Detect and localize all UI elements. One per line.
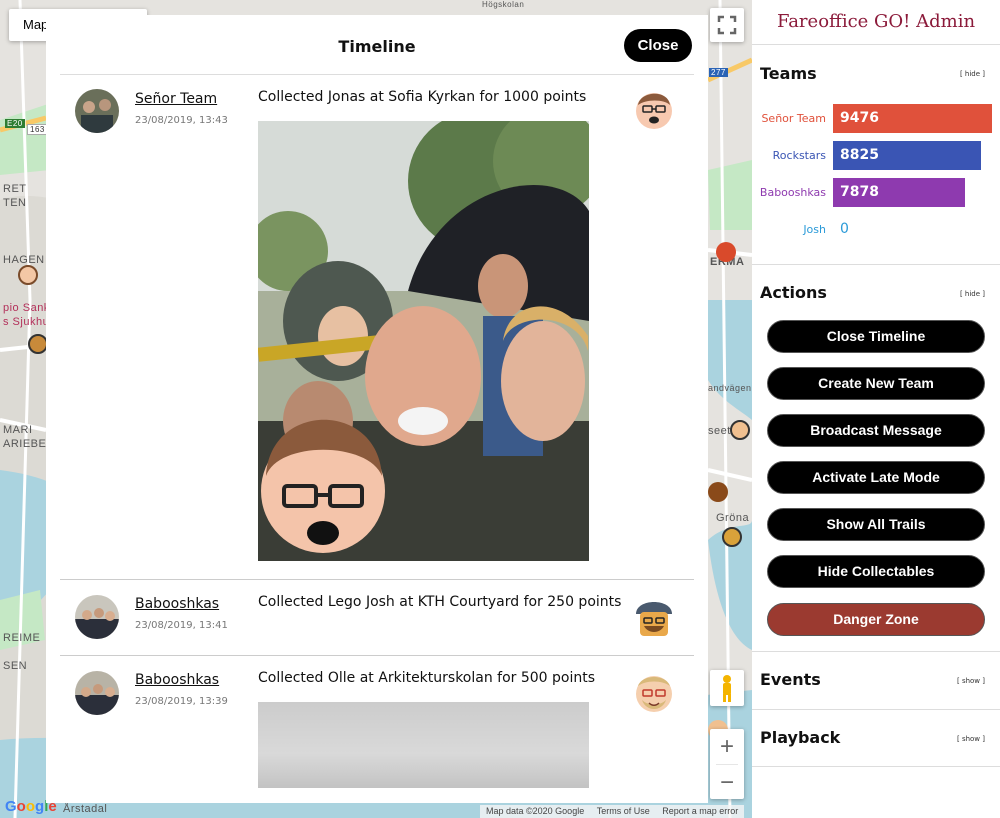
- score-bar: 9476: [833, 104, 992, 133]
- timeline-entry: Babooshkas 23/08/2019, 13:41 Collected L…: [60, 580, 694, 656]
- teams-heading: Teams: [760, 64, 817, 83]
- team-score-row[interactable]: Josh 0: [752, 215, 1000, 244]
- entry-text: Collected Lego Josh at KTH Courtyard for…: [258, 594, 622, 610]
- team-avatar[interactable]: [75, 671, 119, 715]
- map-label: Högskolan: [482, 0, 525, 9]
- show-all-trails-button[interactable]: Show All Trails: [767, 508, 985, 541]
- zoom-control: + −: [710, 729, 744, 799]
- road-shield: E20: [5, 119, 25, 128]
- team-name: Señor Team: [761, 112, 826, 125]
- actions-section: Actions [ hide ] Close Timeline Create N…: [752, 265, 1000, 652]
- entry-text: Collected Jonas at Sofia Kyrkan for 1000…: [258, 89, 587, 105]
- map-type-label: Map: [23, 17, 49, 32]
- terms-link[interactable]: Terms of Use: [597, 806, 650, 816]
- team-avatar[interactable]: [75, 89, 119, 133]
- danger-zone-button[interactable]: Danger Zone: [767, 603, 985, 636]
- map-label: HAGEN: [3, 254, 45, 266]
- map-data-text: Map data ©2020 Google: [486, 806, 585, 816]
- fullscreen-button[interactable]: [710, 8, 744, 42]
- actions-heading: Actions: [760, 283, 827, 302]
- lego-josh-avatar: [632, 594, 676, 638]
- map-player-avatar[interactable]: [730, 420, 750, 440]
- timeline-modal: Timeline Close Señor Team 23/08/2019, 13…: [46, 15, 708, 803]
- map-player-avatar[interactable]: [28, 334, 48, 354]
- map-label: Gröna: [716, 512, 750, 524]
- map-label: Årstadal: [63, 803, 108, 815]
- events-section: Events [ show ]: [752, 652, 1000, 710]
- team-avatar[interactable]: [75, 595, 119, 639]
- events-heading: Events: [760, 670, 821, 689]
- olle-avatar: [632, 670, 676, 714]
- street-view-button[interactable]: [710, 670, 744, 706]
- broadcast-message-button[interactable]: Broadcast Message: [767, 414, 985, 447]
- report-error-link[interactable]: Report a map error: [662, 806, 738, 816]
- team-name: Josh: [803, 223, 826, 236]
- playback-section: Playback [ show ]: [752, 710, 1000, 767]
- hide-collectables-button[interactable]: Hide Collectables: [767, 555, 985, 588]
- modal-header: Timeline Close: [60, 15, 694, 75]
- team-name: Rockstars: [772, 149, 826, 162]
- close-button[interactable]: Close: [624, 29, 692, 62]
- entry-photo[interactable]: [258, 121, 589, 561]
- playback-heading: Playback: [760, 728, 841, 747]
- app-title: Fareoffice GO! Admin: [752, 0, 1000, 45]
- timeline-entry: Babooshkas 23/08/2019, 13:39 Collected O…: [60, 656, 694, 803]
- entry-photo[interactable]: [258, 702, 589, 788]
- modal-title: Timeline: [338, 37, 416, 56]
- map-label: SEN: [3, 660, 28, 672]
- team-name-link[interactable]: Señor Team: [135, 91, 217, 107]
- road-shield: 163: [27, 124, 48, 135]
- events-toggle[interactable]: [ show ]: [957, 677, 985, 685]
- map-label: pio Sank: [3, 302, 50, 314]
- timeline-entry: Señor Team 23/08/2019, 13:43 Collected J…: [60, 75, 694, 580]
- map-player-avatar[interactable]: [18, 265, 38, 285]
- zoom-in-button[interactable]: +: [710, 729, 744, 764]
- team-name: Babooshkas: [759, 186, 826, 199]
- team-name-link[interactable]: Babooshkas: [135, 672, 219, 688]
- teams-section: Teams [ hide ] Señor Team 9476 Rockstars…: [752, 45, 1000, 265]
- map-label: TEN: [3, 197, 27, 209]
- map-player-avatar[interactable]: [716, 242, 736, 262]
- pegman-icon: [723, 675, 731, 702]
- entry-timestamp: 23/08/2019, 13:39: [135, 696, 228, 707]
- map-label: REIME: [3, 632, 41, 644]
- team-name-link[interactable]: Babooshkas: [135, 596, 219, 612]
- map-label: andvägen: [708, 383, 752, 393]
- entry-text: Collected Olle at Arkitekturskolan for 5…: [258, 670, 596, 686]
- zoom-out-button[interactable]: −: [710, 765, 744, 800]
- create-team-button[interactable]: Create New Team: [767, 367, 985, 400]
- entry-timestamp: 23/08/2019, 13:43: [135, 115, 228, 126]
- map-label: MARI: [3, 424, 33, 436]
- score-value: 0: [840, 221, 849, 237]
- map-attribution: Map data ©2020 Google Terms of Use Repor…: [480, 805, 745, 818]
- jonas-avatar: [632, 87, 676, 131]
- actions-toggle[interactable]: [ hide ]: [960, 290, 985, 298]
- map-player-avatar[interactable]: [722, 527, 742, 547]
- activate-late-mode-button[interactable]: Activate Late Mode: [767, 461, 985, 494]
- score-bar: 7878: [833, 178, 965, 207]
- entry-timestamp: 23/08/2019, 13:41: [135, 620, 228, 631]
- map-label: RET: [3, 183, 27, 195]
- teams-toggle[interactable]: [ hide ]: [960, 70, 985, 78]
- map-player-avatar[interactable]: [708, 482, 728, 502]
- road-shield: 277: [709, 68, 728, 77]
- admin-sidebar: Fareoffice GO! Admin Teams [ hide ] Seño…: [752, 0, 1000, 818]
- score-bar: 8825: [833, 141, 981, 170]
- team-score-row[interactable]: Señor Team 9476: [752, 104, 1000, 133]
- map-label: seet: [708, 425, 731, 437]
- close-timeline-button[interactable]: Close Timeline: [767, 320, 985, 353]
- playback-toggle[interactable]: [ show ]: [957, 735, 985, 743]
- team-score-row[interactable]: Babooshkas 7878: [752, 178, 1000, 207]
- fullscreen-icon: [717, 15, 737, 35]
- team-score-row[interactable]: Rockstars 8825: [752, 141, 1000, 170]
